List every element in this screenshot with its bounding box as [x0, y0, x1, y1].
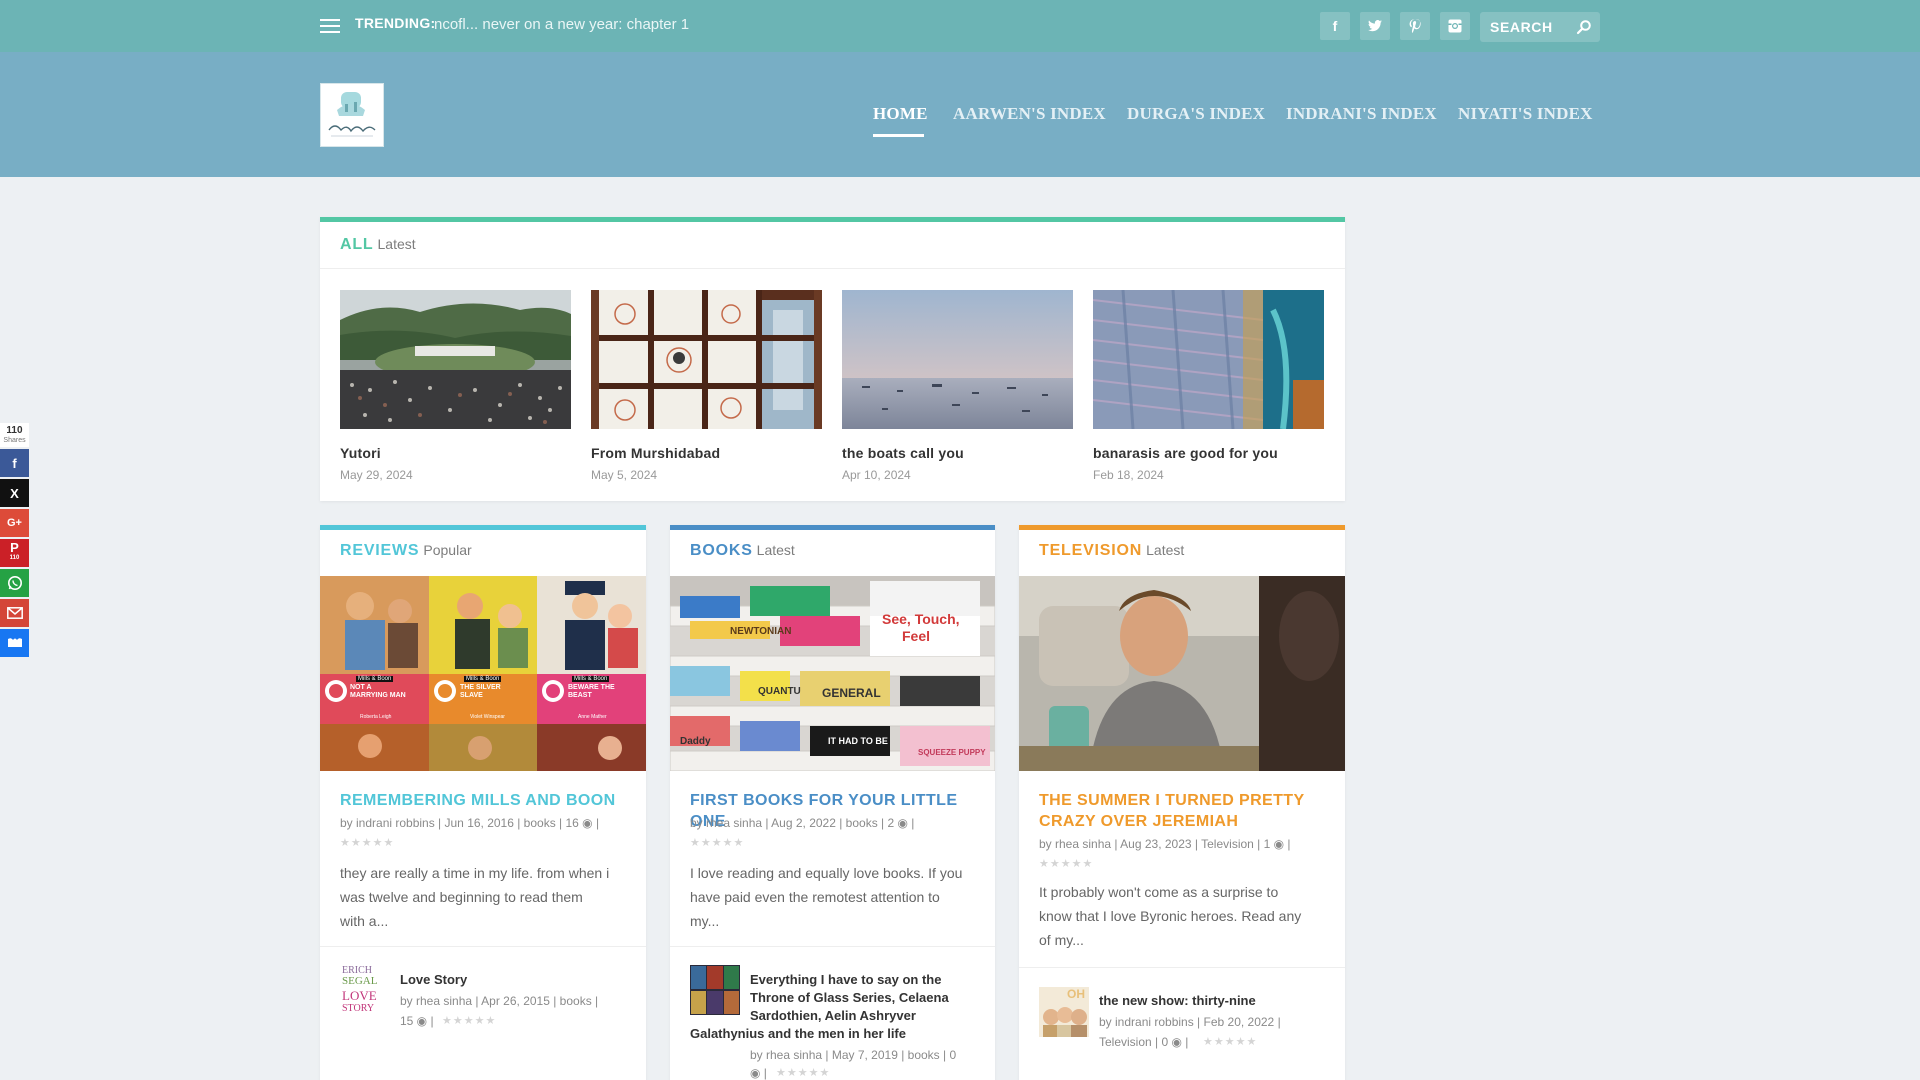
mini-post-title[interactable]: Love Story [400, 971, 467, 989]
nav-home[interactable]: HOME [873, 104, 928, 124]
trending-link[interactable]: ncofl... never on a new year: chapter 1 [434, 16, 689, 33]
top-bar: TRENDING: ncofl... never on a new year: … [0, 0, 1920, 52]
twitter-icon[interactable] [1360, 12, 1390, 40]
reviews-section-heading: REVIEWS Popular [340, 542, 472, 559]
facebook-icon[interactable]: f [1320, 12, 1350, 40]
books-featured-image[interactable]: NEWTONIAN See, Touch, Feel QUANTU GENERA… [670, 576, 995, 771]
rating-stars: ★★★★★ [690, 837, 745, 849]
share-count: 110 Shares [0, 423, 29, 447]
post-date: May 29, 2024 [340, 468, 413, 482]
instagram-icon[interactable] [1440, 12, 1470, 40]
search-icon[interactable] [1576, 19, 1592, 35]
television-section-heading: TELEVISION Latest [1039, 542, 1185, 559]
thirty-nine-thumb[interactable]: OH [1039, 987, 1089, 1037]
reviews-featured-image[interactable]: Mills & Boon NOT A MARRYING MAN Roberta … [320, 576, 646, 771]
gmail-share-icon[interactable] [0, 599, 29, 627]
x-share-icon[interactable]: X [0, 479, 29, 507]
post-thumb-yutori[interactable] [340, 290, 571, 429]
books-post-meta: by rhea sinha | Aug 2, 2022 | books | 2 … [690, 816, 915, 830]
post-thumb-murshidabad[interactable] [591, 290, 822, 429]
post-title[interactable]: Yutori [340, 445, 381, 461]
facebook-share-icon[interactable]: f [0, 449, 29, 477]
television-post-title[interactable]: THE SUMMER I TURNED PRETTY [1039, 790, 1305, 811]
love-story-thumb[interactable]: ERICH SEGAL LOVE STORY [340, 965, 390, 1015]
search-input[interactable] [1490, 18, 1575, 36]
site-header: HOME AARWEN'S INDEX DURGA'S INDEX INDRAN… [0, 52, 1920, 177]
rating-stars: ★★★★★ [1039, 858, 1094, 870]
television-featured-image[interactable] [1019, 576, 1345, 771]
pinterest-share-icon[interactable]: P 110 [0, 539, 29, 567]
whatsapp-share-icon[interactable] [0, 569, 29, 597]
pinterest-icon[interactable] [1400, 12, 1430, 40]
share-more-icon[interactable] [0, 629, 29, 657]
trending-label: TRENDING: [355, 15, 436, 31]
rating-stars: ★★★★★ [340, 837, 395, 849]
nav-durgas-index[interactable]: DURGA'S INDEX [1127, 104, 1265, 124]
books-card: BOOKS Latest NEWTONIAN See, Touch, Feel Q… [670, 525, 995, 1080]
mini-post-title[interactable]: Everything I have to say on the [750, 971, 941, 989]
post-title[interactable]: the boats call you [842, 445, 964, 461]
nav-aarwens-index[interactable]: AARWEN'S INDEX [953, 104, 1106, 124]
reviews-card: REVIEWS Popular Mills & Boon NOT A MARRY… [320, 525, 646, 1080]
nav-indranis-index[interactable]: INDRANI'S INDEX [1286, 104, 1437, 124]
all-latest-card: ALL Latest Yutori May 29, 2024 From Murs… [320, 217, 1345, 501]
television-post-meta: by rhea sinha | Aug 23, 2023 | Televisio… [1039, 837, 1291, 851]
post-thumb-banarasis[interactable] [1093, 290, 1324, 429]
throne-of-glass-thumb[interactable] [690, 965, 740, 1015]
post-date: Apr 10, 2024 [842, 468, 911, 482]
reviews-post-title[interactable]: REMEMBERING MILLS AND BOON [340, 790, 630, 811]
search-box [1480, 12, 1600, 42]
television-card: TELEVISION Latest THE SUMMER I TURNED PRE… [1019, 525, 1345, 1080]
nav-niyatis-index[interactable]: NIYATI'S INDEX [1458, 104, 1593, 124]
all-section-heading: ALL Latest [340, 236, 416, 253]
reviews-post-meta: by indrani robbins | Jun 16, 2016 | book… [340, 816, 600, 830]
post-title[interactable]: From Murshidabad [591, 445, 720, 461]
post-date: May 5, 2024 [591, 468, 658, 482]
books-section-heading: BOOKS Latest [690, 542, 795, 559]
menu-icon[interactable] [320, 19, 340, 33]
post-thumb-boats[interactable] [842, 290, 1073, 429]
post-title[interactable]: banarasis are good for you [1093, 445, 1278, 461]
all-accent-line [320, 217, 1345, 222]
nav-active-indicator [873, 134, 924, 137]
site-logo[interactable] [320, 83, 384, 147]
mini-post-title[interactable]: the new show: thirty-nine [1099, 992, 1256, 1010]
post-date: Feb 18, 2024 [1093, 468, 1164, 482]
google-plus-share-icon[interactable]: G+ [0, 509, 29, 537]
